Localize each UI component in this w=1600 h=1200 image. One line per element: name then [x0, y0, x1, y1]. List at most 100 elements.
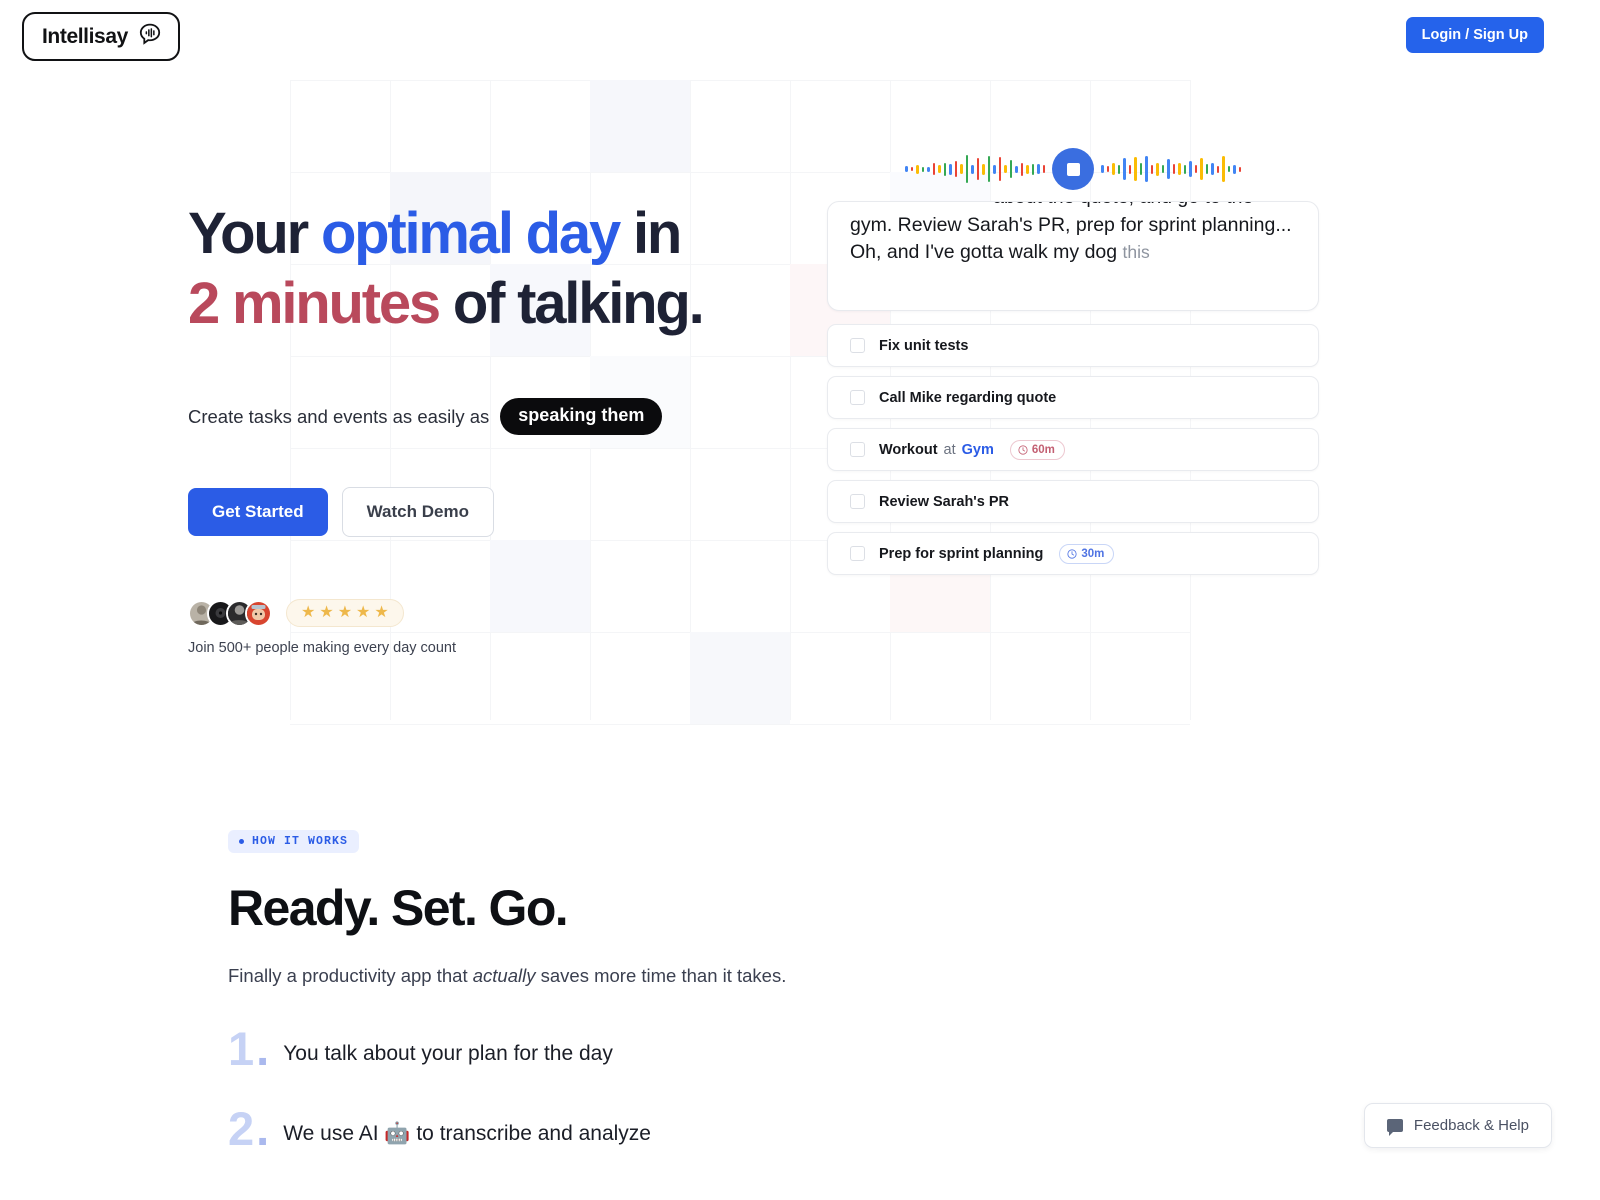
waveform-bar	[1227, 166, 1230, 172]
waveform-bar	[921, 166, 924, 172]
waveform-bar	[1031, 163, 1034, 175]
waveform-bar	[987, 156, 990, 182]
section-title: Ready. Set. Go.	[228, 880, 569, 936]
social-proof-caption: Join 500+ people making every day count	[188, 640, 457, 656]
feedback-help-label: Feedback & Help	[1413, 1117, 1529, 1134]
waveform-bar	[938, 165, 941, 173]
task-row[interactable]: Prep for sprint planning 30m	[827, 532, 1319, 575]
waveform-bar	[1172, 164, 1175, 174]
task-checkbox[interactable]	[850, 338, 865, 353]
task-checkbox[interactable]	[850, 494, 865, 509]
section-badge: HOW IT WORKS	[228, 830, 360, 853]
waveform-bar	[1020, 162, 1023, 176]
recording-waveform-row	[827, 140, 1319, 198]
headline-part-2: in	[619, 201, 682, 266]
task-row[interactable]: Review Sarah's PR	[827, 480, 1319, 523]
stop-recording-button[interactable]	[1052, 148, 1094, 190]
waveform-bar	[910, 167, 913, 171]
task-label: Prep for sprint planning 30m	[879, 543, 1115, 564]
waveform-right	[1101, 149, 1241, 189]
stop-square-icon	[1066, 162, 1080, 176]
waveform-left	[905, 149, 1045, 189]
section-badge-label: HOW IT WORKS	[252, 835, 349, 848]
waveform-bar	[1145, 156, 1148, 182]
section-subtitle-part2: saves more time than it takes.	[535, 965, 787, 986]
headline-accent-red: 2 minutes	[188, 271, 441, 336]
step-number-value: 1	[228, 1022, 254, 1075]
waveform-bar	[965, 155, 968, 183]
waveform-bar	[1037, 164, 1040, 174]
task-row[interactable]: Call Mike regarding quote	[827, 376, 1319, 419]
waveform-bar	[916, 164, 919, 174]
task-title: Review Sarah's PR	[879, 493, 1009, 510]
task-label: Fix unit tests	[879, 338, 968, 354]
avatar	[245, 599, 272, 627]
waveform-bar	[1123, 158, 1126, 180]
app-mock-panel: placeholder row about the quote, and go …	[827, 140, 1319, 575]
steps-list: 1. You talk about your plan for the day 2.…	[228, 1022, 1128, 1155]
star-icon: ★	[337, 604, 353, 621]
watch-demo-button[interactable]: Watch Demo	[341, 487, 494, 537]
task-duration-badge: 60m	[1009, 439, 1065, 460]
section-subtitle: Finally a productivity app that actually…	[228, 965, 1128, 987]
task-row[interactable]: Fix unit tests	[827, 324, 1319, 367]
waveform-bar	[1161, 165, 1164, 173]
waveform-bar	[1200, 158, 1203, 180]
hero-subline: Create tasks and events as easily as spe…	[188, 398, 808, 435]
chat-bubble-icon	[1386, 1119, 1403, 1136]
waveform-bar	[1205, 164, 1208, 174]
headline-part-3: of talking.	[438, 271, 705, 336]
page-title: Your optimal day in 2 minutes of talking…	[188, 205, 808, 333]
transcript-text: about the quote, and go to the gym. Revi…	[850, 202, 1292, 264]
waveform-bar	[976, 158, 979, 180]
waveform-bar	[1178, 163, 1181, 175]
hero-left: Your optimal day in 2 minutes of talking…	[188, 205, 808, 656]
waveform-bar	[960, 164, 963, 174]
waveform-bar	[943, 162, 946, 176]
task-row[interactable]: Workout at Gym 60m	[827, 428, 1319, 471]
task-title: Workout	[879, 441, 938, 458]
transcript-text-wrap: placeholder row about the quote, and go …	[850, 202, 1296, 267]
headline-part-1: Your	[188, 201, 321, 266]
waveform-bar	[1194, 165, 1197, 173]
step-text: We use AI 🤖 to transcribe and analyze	[283, 1121, 651, 1145]
how-it-works-step: 2. We use AI 🤖 to transcribe and analyze	[228, 1101, 1128, 1155]
waveform-bar	[1117, 164, 1120, 174]
task-label: Workout at Gym 60m	[879, 439, 1065, 460]
logo-text: Intellisay	[42, 24, 128, 48]
task-connector: at	[943, 441, 956, 458]
hero-subline-text: Create tasks and events as easily as	[188, 405, 490, 427]
login-signup-button[interactable]: Login / Sign Up	[1405, 17, 1544, 53]
waveform-bar	[1238, 166, 1241, 172]
task-checkbox[interactable]	[850, 390, 865, 405]
task-checkbox[interactable]	[850, 442, 865, 457]
logo[interactable]: Intellisay	[22, 12, 180, 61]
waveform-bar	[1128, 164, 1131, 174]
task-title: Prep for sprint planning	[879, 545, 1044, 562]
star-icon: ★	[356, 604, 371, 621]
waveform-bar	[1106, 166, 1109, 172]
task-label: Review Sarah's PR	[879, 494, 1009, 510]
get-started-button[interactable]: Get Started	[188, 488, 328, 536]
waveform-bar	[1150, 164, 1153, 174]
waveform-bar	[1139, 163, 1142, 175]
task-checkbox[interactable]	[850, 546, 865, 561]
waveform-bar	[1211, 163, 1214, 175]
step-number-value: 2	[228, 1101, 254, 1155]
step-text: You talk about your plan for the day	[283, 1041, 613, 1065]
step-number-dot: .	[256, 1022, 269, 1075]
waveform-bar	[905, 166, 908, 172]
task-location[interactable]: Gym	[962, 442, 994, 458]
clock-icon	[1018, 444, 1028, 455]
how-it-works-step: 1. You talk about your plan for the day	[228, 1022, 1128, 1075]
feedback-help-button[interactable]: Feedback & Help	[1363, 1103, 1552, 1148]
star-icon: ★	[374, 604, 389, 621]
waveform-bar	[1004, 165, 1007, 173]
task-duration-label: 60m	[1031, 443, 1055, 456]
section-subtitle-part1: Finally a productivity app that	[228, 965, 473, 986]
clock-icon	[1067, 548, 1077, 559]
waveform-bar	[1216, 165, 1219, 173]
task-duration-label: 30m	[1081, 547, 1105, 560]
task-list: Fix unit tests Call Mike regarding quote W…	[827, 324, 1319, 575]
cta-row: Get Started Watch Demo	[188, 487, 808, 537]
